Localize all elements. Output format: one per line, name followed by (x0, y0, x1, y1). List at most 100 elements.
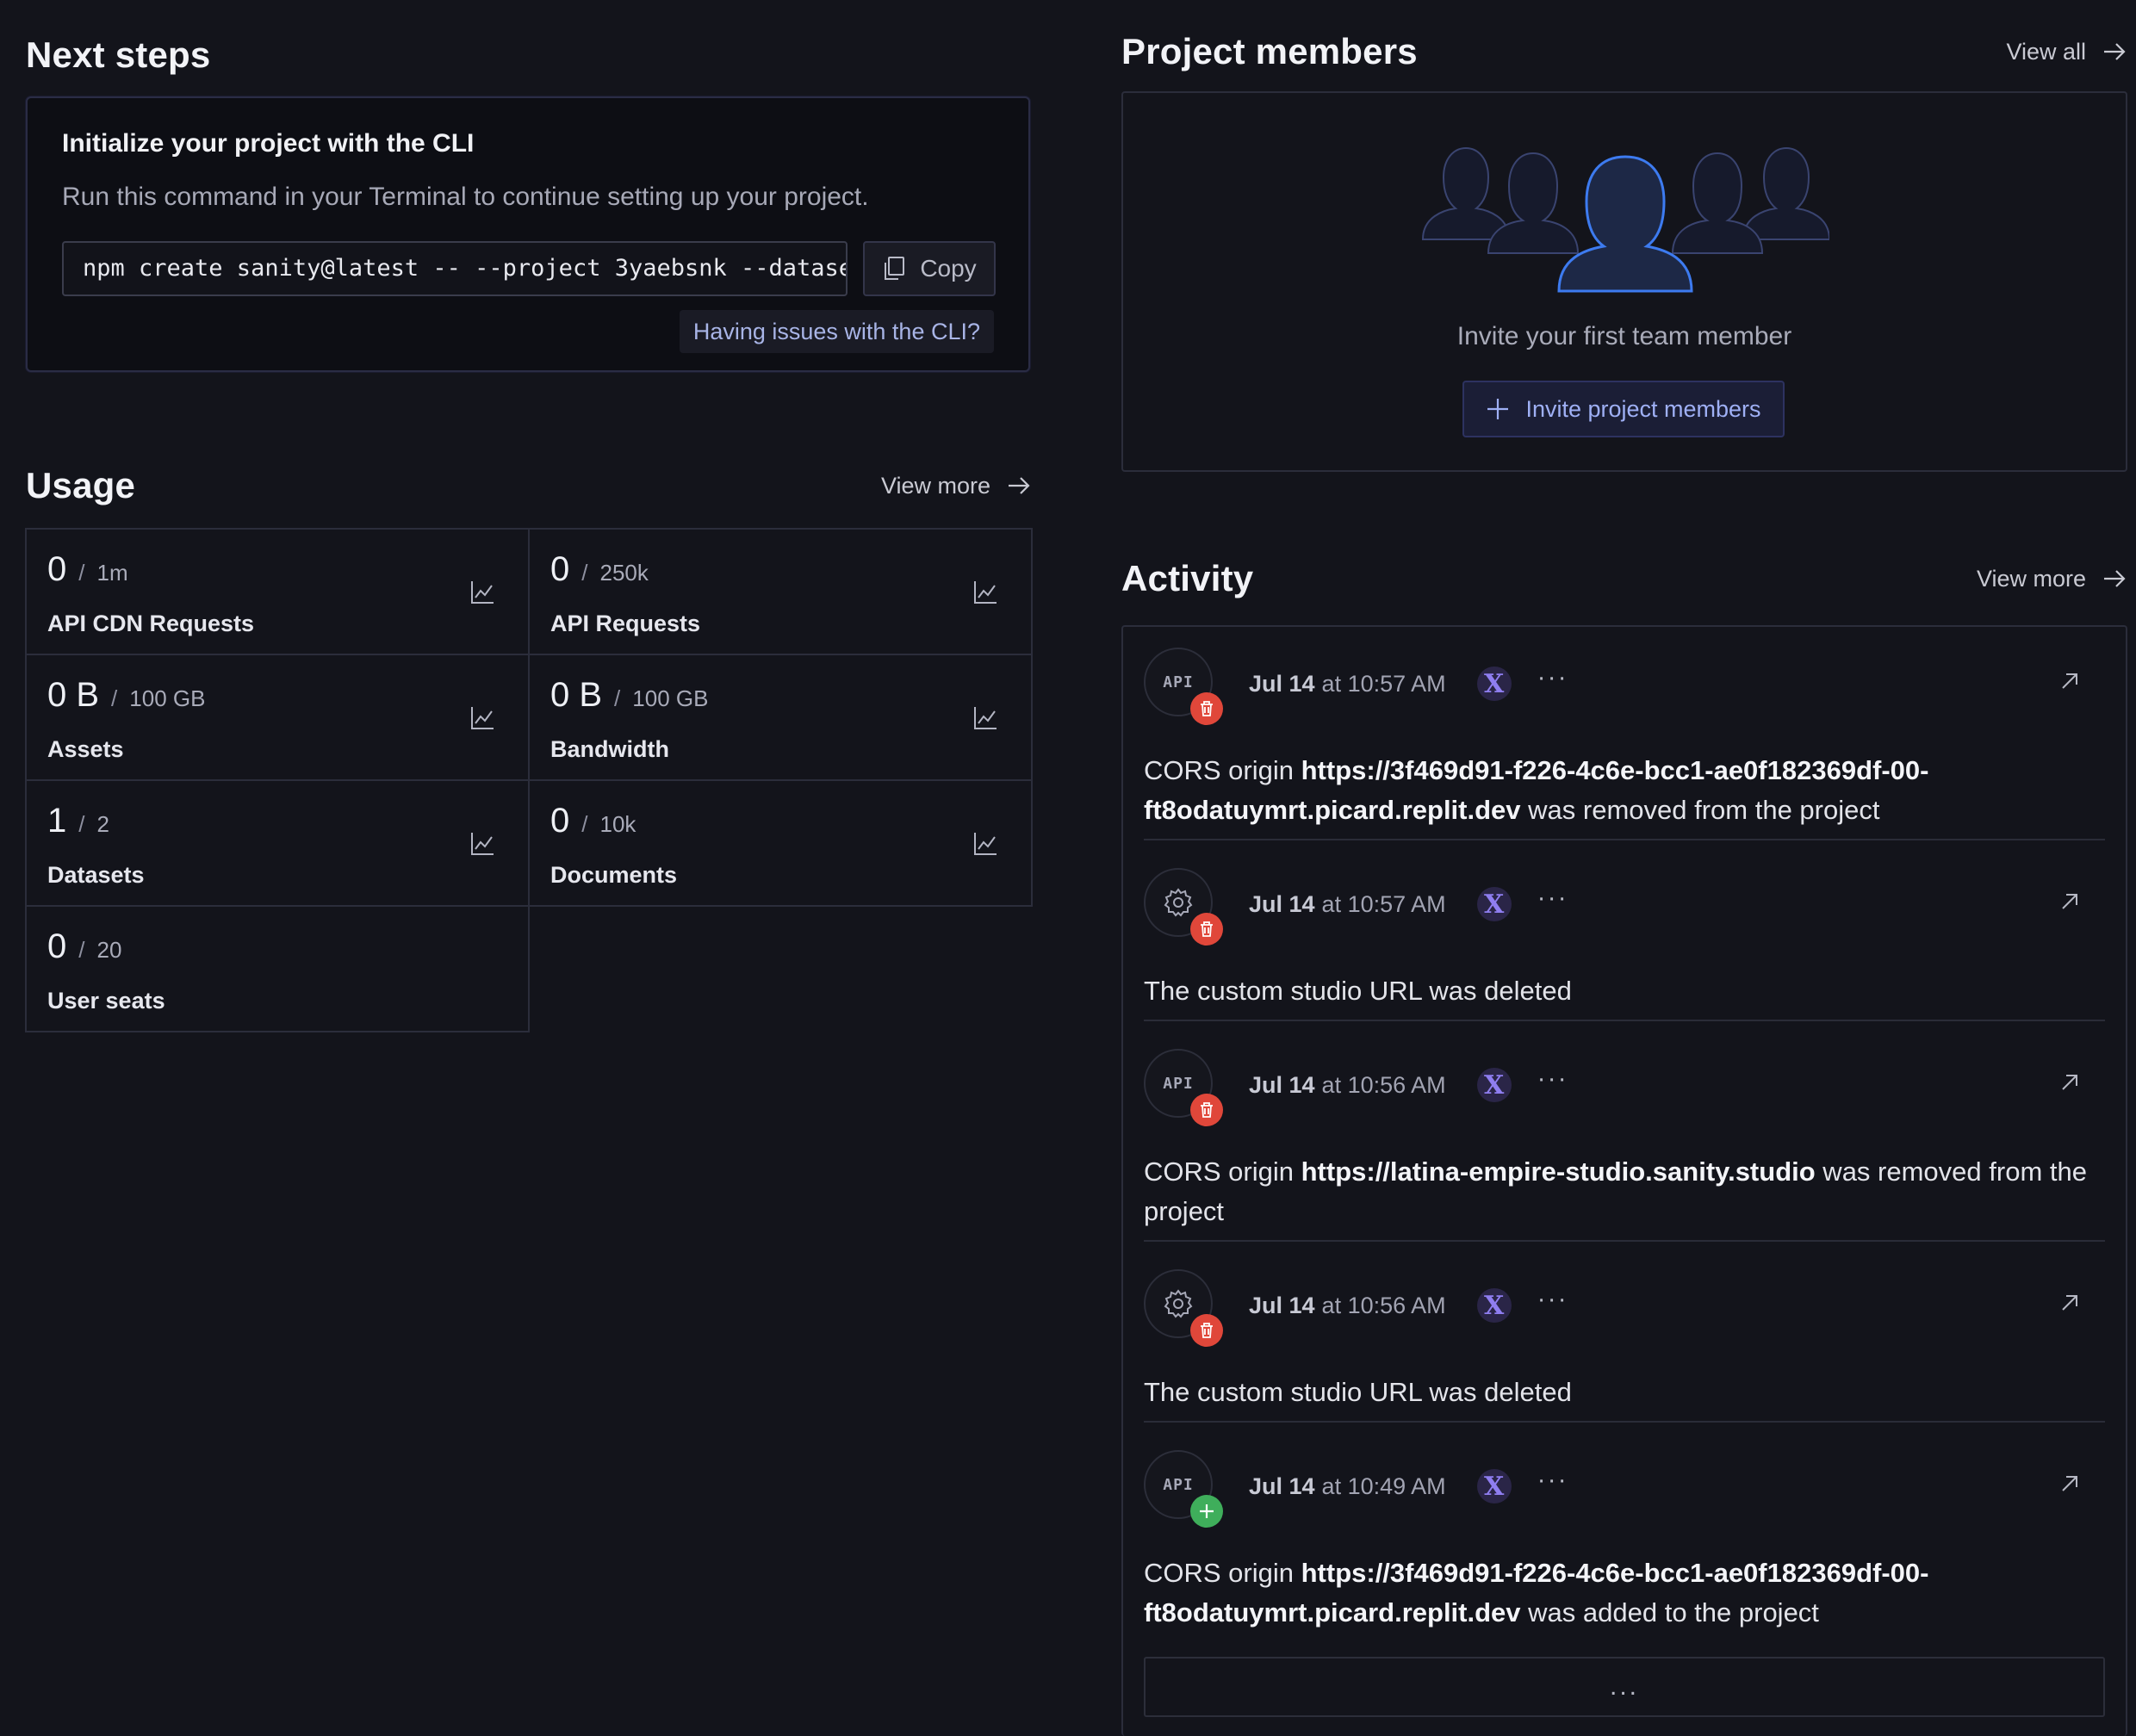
more-options-icon[interactable]: ··· (1537, 885, 1568, 919)
activity-item: API Jul 14 at 10:56 AM X ··· CORS origin http… (1144, 1049, 2105, 1238)
more-options-icon[interactable]: ··· (1537, 1467, 1568, 1501)
members-header: Project members View all (1121, 31, 2127, 72)
activity-date: Jul 14 (1249, 1472, 1315, 1499)
usage-view-more-link[interactable]: View more (881, 473, 1032, 499)
usage-separator: / (581, 560, 588, 586)
usage-value: 0 (550, 550, 570, 588)
line-chart-icon[interactable] (972, 705, 998, 731)
activity-source-avatar: API (1144, 648, 1223, 725)
usage-limit: 2 (96, 811, 109, 837)
usage-limit: 250k (599, 560, 649, 586)
activity-text-origin: https://latina-empire-studio.sanity.stud… (1301, 1156, 1816, 1187)
external-link-icon[interactable] (2057, 1290, 2083, 1316)
external-link-icon[interactable] (2057, 1471, 2083, 1497)
usage-metric-card: 0 / 1m API CDN Requests (25, 528, 530, 655)
activity-meta: Jul 14 at 10:57 AM X ··· (1249, 665, 1568, 701)
usage-metric-card: 0 B / 100 GB Bandwidth (528, 654, 1033, 781)
copy-button[interactable]: Copy (863, 241, 996, 296)
usage-limit: 100 GB (632, 685, 709, 711)
user-avatar[interactable]: X (1476, 887, 1512, 921)
usage-metric-card: 0 B / 100 GB Assets (25, 654, 530, 781)
usage-metric-card: 0 / 250k API Requests (528, 528, 1033, 655)
plus-icon (1487, 399, 1509, 419)
activity-source-avatar: API (1144, 1049, 1223, 1126)
arrow-right-icon (2104, 570, 2126, 587)
members-view-all-link[interactable]: View all (2006, 39, 2127, 65)
usage-value: 1 (47, 802, 67, 840)
members-heading: Project members (1121, 31, 1418, 71)
usage-value-row: 1 / 2 (47, 802, 109, 840)
activity-type-badge (1190, 692, 1223, 725)
activity-view-more-link[interactable]: View more (1977, 566, 2127, 592)
user-avatar[interactable]: X (1476, 666, 1512, 701)
cli-command-field[interactable]: npm create sanity@latest -- --project 3y… (62, 241, 848, 296)
user-avatar[interactable]: X (1476, 1469, 1512, 1504)
gear-icon (1164, 1289, 1193, 1318)
copy-button-label: Copy (920, 255, 977, 282)
api-label: API (1163, 1074, 1194, 1093)
usage-view-more-label: View more (880, 472, 990, 499)
more-options-icon[interactable]: ··· (1537, 1066, 1568, 1100)
activity-type-badge (1190, 1495, 1223, 1528)
activity-source-avatar (1144, 868, 1223, 946)
activity-date: Jul 14 (1249, 890, 1315, 917)
external-link-icon[interactable] (2057, 1070, 2083, 1095)
activity-text-prefix: CORS origin (1144, 1558, 1301, 1588)
activity-description: CORS origin https://3f469d91-f226-4c6e-b… (1144, 751, 2100, 830)
usage-value-row: 0 / 1m (47, 550, 128, 589)
activity-date: Jul 14 (1249, 1292, 1315, 1318)
activity-time: at 10:56 AM (1321, 1292, 1446, 1318)
activity-feed: ... API Jul 14 at 10:57 AM X ··· CORS origin … (1121, 625, 2127, 1736)
line-chart-icon[interactable] (469, 580, 495, 605)
usage-header: Usage View more (26, 465, 1032, 506)
activity-meta: Jul 14 at 10:49 AM X ··· (1249, 1467, 1568, 1504)
more-options-icon[interactable]: ··· (1537, 665, 1568, 698)
activity-type-badge (1190, 913, 1223, 946)
activity-item: Jul 14 at 10:56 AM X ··· The custom studio U… (1144, 1269, 2105, 1424)
line-chart-icon[interactable] (972, 831, 998, 857)
cli-setup-card: Initialize your project with the CLI Run… (26, 96, 1030, 372)
usage-metric-card: 0 / 20 User seats (25, 905, 530, 1032)
line-chart-icon[interactable] (972, 580, 998, 605)
activity-text-prefix: CORS origin (1144, 755, 1301, 785)
usage-value: 0 B (47, 676, 100, 714)
usage-label: Bandwidth (550, 736, 669, 762)
activity-description: CORS origin https://latina-empire-studio… (1144, 1152, 2100, 1231)
activity-source-avatar (1144, 1269, 1223, 1347)
external-link-icon[interactable] (2057, 668, 2083, 694)
activity-divider (1144, 1020, 2105, 1021)
trash-icon (1201, 1102, 1213, 1118)
usage-limit: 100 GB (129, 685, 206, 711)
activity-description: CORS origin https://3f469d91-f226-4c6e-b… (1144, 1553, 2100, 1633)
usage-value-row: 0 / 10k (550, 802, 636, 840)
user-avatar[interactable]: X (1476, 1068, 1512, 1102)
invite-members-button[interactable]: Invite project members (1462, 381, 1785, 437)
usage-value-row: 0 B / 100 GB (47, 676, 205, 715)
api-label: API (1163, 1475, 1194, 1494)
usage-separator: / (78, 811, 85, 837)
team-members-illustration-icon (1421, 146, 1829, 293)
user-avatar[interactable]: X (1476, 1288, 1512, 1323)
members-view-all-label: View all (2006, 38, 2086, 65)
line-chart-icon[interactable] (469, 831, 495, 857)
members-card: Invite your first team member Invite pro… (1121, 91, 2127, 472)
activity-text-prefix: CORS origin (1144, 1156, 1301, 1187)
trash-icon (1201, 701, 1213, 716)
external-link-icon[interactable] (2057, 889, 2083, 914)
usage-label: API CDN Requests (47, 611, 255, 636)
load-more-button[interactable]: ... (1144, 1657, 2105, 1717)
activity-meta: Jul 14 at 10:57 AM X ··· (1249, 885, 1568, 921)
invite-members-label: Invite project members (1525, 395, 1761, 422)
line-chart-icon[interactable] (469, 705, 495, 731)
cli-issues-link[interactable]: Having issues with the CLI? (679, 310, 994, 353)
arrow-right-icon (1009, 477, 1030, 494)
more-options-icon[interactable]: ··· (1537, 1286, 1568, 1320)
activity-text-suffix: was removed from the project (1520, 795, 1880, 825)
cli-card-description: Run this command in your Terminal to con… (62, 183, 869, 211)
usage-label: User seats (47, 988, 165, 1014)
arrow-right-icon (2104, 43, 2126, 60)
activity-time: at 10:56 AM (1321, 1071, 1446, 1098)
api-label: API (1163, 673, 1194, 691)
activity-meta: Jul 14 at 10:56 AM X ··· (1249, 1066, 1568, 1102)
usage-metric-card: 1 / 2 Datasets (25, 779, 530, 907)
